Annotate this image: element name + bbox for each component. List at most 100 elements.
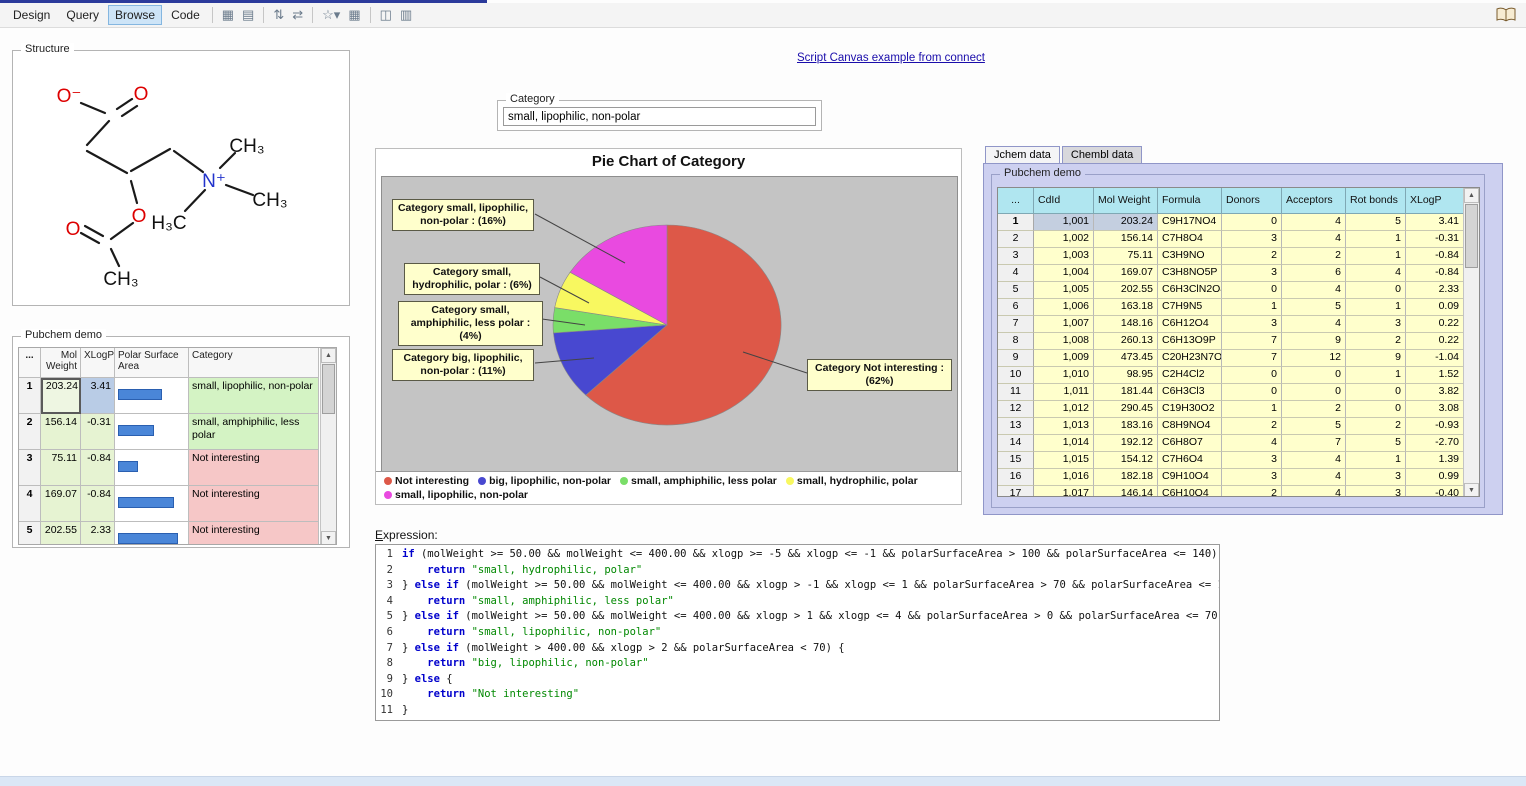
grid-cell[interactable]: 3 <box>1222 452 1282 469</box>
grid-cell[interactable]: 4 <box>1282 231 1346 248</box>
horizontal-scrollbar[interactable] <box>0 776 1526 786</box>
grid-cell[interactable]: -0.93 <box>1406 418 1464 435</box>
grid-cell[interactable]: 6 <box>1282 265 1346 282</box>
grid-cell[interactable]: -1.04 <box>1406 350 1464 367</box>
grid-cell[interactable]: 1,005 <box>1034 282 1094 299</box>
grid-cell[interactable]: 2 <box>1282 248 1346 265</box>
export-table-icon[interactable]: ▦ <box>344 6 364 24</box>
grid-cell[interactable]: C7H9N5 <box>1158 299 1222 316</box>
grid-cell[interactable]: C6H3ClN2O4 <box>1158 282 1222 299</box>
row-header[interactable]: 4 <box>998 265 1034 282</box>
row-header[interactable]: 6 <box>998 299 1034 316</box>
grid-cell[interactable]: 0 <box>1282 367 1346 384</box>
grid-view-icon[interactable]: ▦ <box>218 6 238 24</box>
cell-mol-weight[interactable]: 156.14 <box>41 414 81 450</box>
column-header[interactable]: Rot bonds <box>1346 188 1406 214</box>
cell-polar-surface-area[interactable] <box>115 414 189 450</box>
grid-cell[interactable]: 7 <box>1222 333 1282 350</box>
cell-category[interactable]: small, amphiphilic, less polar <box>189 414 319 450</box>
grid-cell[interactable]: C19H30O2 <box>1158 401 1222 418</box>
cell-mol-weight[interactable]: 169.07 <box>41 486 81 522</box>
grid-cell[interactable]: 202.55 <box>1094 282 1158 299</box>
row-header[interactable]: 5 <box>19 522 41 545</box>
scrollbar-down-button[interactable]: ▼ <box>1464 483 1479 497</box>
grid-cell[interactable]: 75.11 <box>1094 248 1158 265</box>
scrollbar-up-button[interactable]: ▲ <box>1464 188 1479 203</box>
row-header[interactable]: 16 <box>998 469 1034 486</box>
column-header[interactable]: Category <box>189 348 319 378</box>
grid-cell[interactable]: 2 <box>1222 486 1282 497</box>
grid-cell[interactable]: 1,011 <box>1034 384 1094 401</box>
grid-cell[interactable]: 3 <box>1222 231 1282 248</box>
grid-cell[interactable]: C9H10O4 <box>1158 469 1222 486</box>
grid-cell[interactable]: 2 <box>1346 333 1406 350</box>
grid-cell[interactable]: 0.22 <box>1406 316 1464 333</box>
grid-cell[interactable]: 5 <box>1346 435 1406 452</box>
tab-jchem-data[interactable]: Jchem data <box>985 146 1060 164</box>
script-canvas-link[interactable]: Script Canvas example from connect <box>797 52 985 64</box>
grid-cell[interactable]: 1,010 <box>1034 367 1094 384</box>
cell-category[interactable]: small, lipophilic, non-polar <box>189 378 319 414</box>
pie-chart-area[interactable]: Category small, lipophilic, non-polar : … <box>381 176 958 472</box>
row-header[interactable]: 1 <box>998 214 1034 231</box>
grid-cell[interactable]: C20H23N7O7 <box>1158 350 1222 367</box>
scrollbar-thumb[interactable] <box>322 364 335 414</box>
grid-cell[interactable]: 1 <box>1346 367 1406 384</box>
grid-cell[interactable]: 2 <box>1346 418 1406 435</box>
row-header[interactable]: 8 <box>998 333 1034 350</box>
structure-canvas[interactable]: O⁻ O CH₃ N⁺ CH₃ H₃C O O CH₃ <box>17 63 347 301</box>
row-header[interactable]: 2 <box>19 414 41 450</box>
row-header[interactable]: 13 <box>998 418 1034 435</box>
grid-cell[interactable]: 183.16 <box>1094 418 1158 435</box>
grid-cell[interactable]: 5 <box>1346 214 1406 231</box>
grid-cell[interactable]: 98.95 <box>1094 367 1158 384</box>
grid-cell[interactable]: 1 <box>1346 299 1406 316</box>
grid-cell[interactable]: C9H17NO4 <box>1158 214 1222 231</box>
form-view-icon[interactable]: ▤ <box>238 6 258 24</box>
grid-cell[interactable]: C6H8O7 <box>1158 435 1222 452</box>
grid-cell[interactable]: -0.31 <box>1406 231 1464 248</box>
grid-cell[interactable]: 1,003 <box>1034 248 1094 265</box>
grid-cell[interactable]: 4 <box>1222 435 1282 452</box>
grid-cell[interactable]: 3 <box>1222 316 1282 333</box>
grid-cell[interactable]: C6H13O9P <box>1158 333 1222 350</box>
toolbar-tab-design[interactable]: Design <box>6 5 57 25</box>
sort-ascending-icon[interactable]: ⇅ <box>269 6 288 24</box>
row-header[interactable]: 14 <box>998 435 1034 452</box>
grid-cell[interactable]: 156.14 <box>1094 231 1158 248</box>
grid-cell[interactable]: 1,008 <box>1034 333 1094 350</box>
cell-xlogp[interactable]: 3.41 <box>81 378 115 414</box>
toolbar-tab-code[interactable]: Code <box>164 5 207 25</box>
grid-cell[interactable]: 0 <box>1222 384 1282 401</box>
scrollbar-thumb[interactable] <box>1465 204 1478 268</box>
row-header[interactable]: 5 <box>998 282 1034 299</box>
grid-cell[interactable]: 260.13 <box>1094 333 1158 350</box>
grid-cell[interactable]: 182.18 <box>1094 469 1158 486</box>
grid-cell[interactable]: 12 <box>1282 350 1346 367</box>
grid-cell[interactable]: -0.84 <box>1406 248 1464 265</box>
grid-cell[interactable]: 1 <box>1222 401 1282 418</box>
grid-cell[interactable]: 0.09 <box>1406 299 1464 316</box>
cell-category[interactable]: Not interesting <box>189 450 319 486</box>
grid-cell[interactable]: 0 <box>1346 384 1406 401</box>
grid-cell[interactable]: 0.22 <box>1406 333 1464 350</box>
column-header[interactable]: XLogP <box>1406 188 1464 214</box>
grid-cell[interactable]: 4 <box>1282 316 1346 333</box>
grid-cell[interactable]: 7 <box>1222 350 1282 367</box>
column-header[interactable]: Polar Surface Area <box>115 348 189 378</box>
row-header[interactable]: 10 <box>998 367 1034 384</box>
grid-cell[interactable]: 1.39 <box>1406 452 1464 469</box>
toolbar-tab-query[interactable]: Query <box>59 5 106 25</box>
grid-cell[interactable]: 146.14 <box>1094 486 1158 497</box>
row-header[interactable]: 3 <box>19 450 41 486</box>
category-input[interactable] <box>503 107 816 126</box>
grid-cell[interactable]: 3.41 <box>1406 214 1464 231</box>
cell-xlogp[interactable]: -0.84 <box>81 450 115 486</box>
grid-cell[interactable]: 1,017 <box>1034 486 1094 497</box>
help-book-icon[interactable] <box>1496 7 1516 25</box>
grid-cell[interactable]: 1 <box>1346 452 1406 469</box>
cell-polar-surface-area[interactable] <box>115 486 189 522</box>
column-header[interactable]: Mol Weight <box>1094 188 1158 214</box>
grid-cell[interactable]: 1,006 <box>1034 299 1094 316</box>
grid-cell[interactable]: 1,015 <box>1034 452 1094 469</box>
